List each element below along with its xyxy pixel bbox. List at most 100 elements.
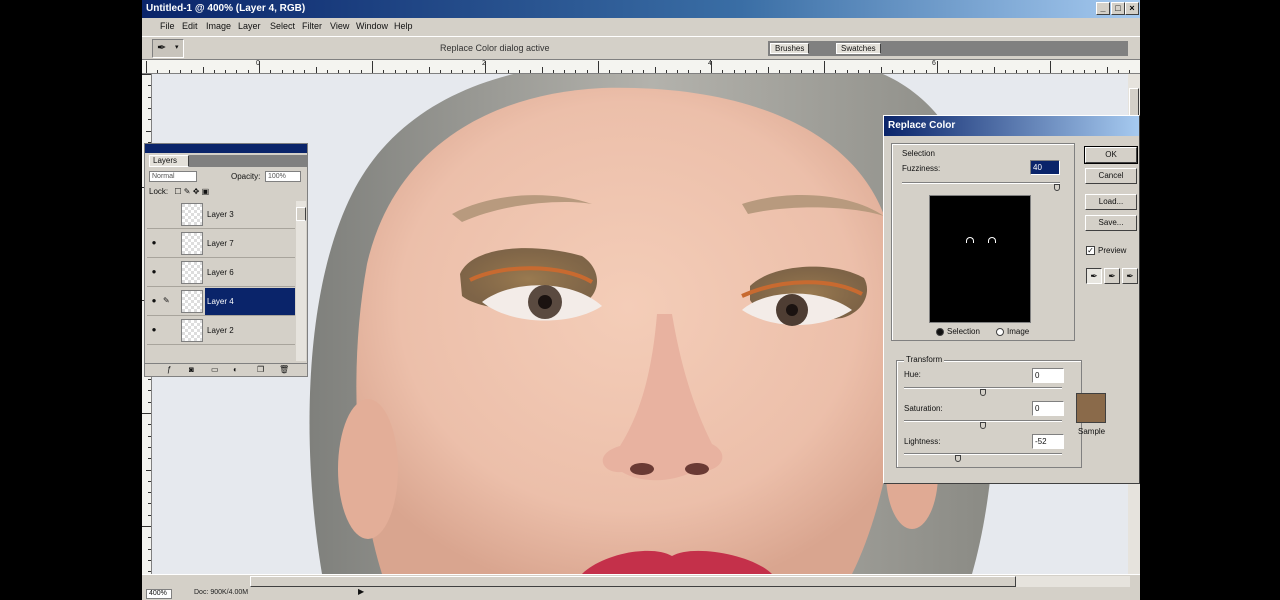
ruler-tick — [1129, 70, 1131, 73]
lock-position-icon[interactable]: ✥ — [193, 187, 200, 196]
ruler-tick — [564, 70, 566, 73]
tab-brushes[interactable]: Brushes — [770, 43, 810, 54]
palette-titlebar[interactable] — [145, 144, 307, 153]
lightness-slider[interactable] — [904, 453, 1062, 455]
ruler-tick — [281, 70, 283, 73]
eye-icon[interactable]: ● — [149, 238, 159, 248]
fuzziness-field[interactable]: 40 — [1030, 160, 1060, 175]
saturation-slider-thumb[interactable] — [980, 422, 986, 429]
ruler-tick — [643, 70, 645, 73]
minimize-button[interactable]: _ — [1096, 2, 1110, 15]
ruler-tick — [1016, 70, 1018, 73]
link-icon[interactable] — [163, 325, 173, 335]
ruler-tick — [496, 70, 498, 73]
adjustment-layer-icon[interactable]: ◐ — [233, 365, 238, 374]
preview-checkbox[interactable]: ✓ — [1086, 246, 1095, 255]
link-icon[interactable]: ✎ — [163, 296, 173, 306]
ruler-tick — [552, 70, 554, 73]
radio-image[interactable] — [996, 328, 1004, 336]
scroll-thumb[interactable] — [250, 576, 1016, 587]
saturation-field[interactable]: 0 — [1032, 401, 1064, 416]
link-icon[interactable] — [163, 267, 173, 277]
ruler-tick — [586, 70, 588, 73]
palette-well: Brushes Swatches — [768, 41, 1128, 56]
blend-mode-select[interactable]: Normal — [149, 171, 197, 182]
eye-icon[interactable]: ● — [149, 267, 159, 277]
hue-slider-thumb[interactable] — [980, 389, 986, 396]
horizontal-scrollbar[interactable] — [250, 576, 1130, 587]
layer-row[interactable]: ● Layer 2 — [147, 317, 295, 345]
lock-pixels-icon[interactable]: ✎ — [184, 187, 191, 196]
layer-row[interactable]: ● Layer 6 — [147, 259, 295, 287]
eye-icon[interactable]: ● — [149, 296, 159, 306]
layer-row[interactable]: Layer 3 — [147, 201, 295, 229]
fuzziness-label: Fuzziness: — [902, 164, 941, 173]
lightness-field[interactable]: -52 — [1032, 434, 1064, 449]
menu-view[interactable]: View — [330, 21, 349, 31]
maximize-button[interactable]: □ — [1111, 2, 1125, 15]
ruler-tick — [654, 67, 656, 73]
hue-field[interactable]: 0 — [1032, 368, 1064, 383]
lock-transparency-icon[interactable]: ☐ — [174, 187, 181, 196]
menu-edit[interactable]: Edit — [182, 21, 198, 31]
ruler-tick — [744, 70, 746, 73]
ruler-tick — [148, 446, 151, 448]
menu-filter[interactable]: Filter — [302, 21, 322, 31]
link-icon[interactable] — [163, 209, 173, 219]
close-button[interactable]: × — [1125, 2, 1139, 15]
eyedropper-icon[interactable]: ✒ — [1086, 268, 1102, 284]
left-pupil — [538, 295, 552, 309]
fuzziness-slider[interactable] — [902, 182, 1060, 184]
chevron-down-icon: ▾ — [175, 44, 179, 51]
link-icon[interactable] — [163, 238, 173, 248]
fuzziness-slider-thumb[interactable] — [1053, 184, 1060, 191]
menu-window[interactable]: Window — [356, 21, 388, 31]
layer-row[interactable]: ● Layer 7 — [147, 230, 295, 258]
menu-image[interactable]: Image — [206, 21, 231, 31]
eyedropper-plus-icon[interactable]: ✒ — [1104, 268, 1120, 284]
status-menu-arrow-icon[interactable]: ▶ — [358, 587, 364, 596]
ruler-tick — [338, 70, 340, 73]
opacity-field[interactable]: 100% — [265, 171, 301, 182]
layer-style-icon[interactable]: ƒ — [167, 365, 171, 374]
trash-icon[interactable]: 🗑 — [279, 365, 289, 374]
ok-button[interactable]: OK — [1084, 146, 1138, 164]
ruler-tick — [801, 70, 803, 73]
eye-icon[interactable]: ● — [149, 325, 159, 335]
ruler-tick — [148, 379, 151, 381]
ruler-tick — [982, 70, 984, 73]
selection-preview[interactable] — [929, 195, 1031, 323]
menu-help[interactable]: Help — [394, 21, 413, 31]
tab-layers[interactable]: Layers — [149, 155, 189, 167]
opacity-label: Opacity: — [231, 172, 261, 181]
layer-name: Layer 4 — [205, 288, 295, 315]
layers-scrollbar[interactable] — [296, 201, 306, 361]
doc-size: Doc: 900K/4.00M — [194, 589, 249, 596]
tool-preset-picker[interactable]: ✒ ▾ — [152, 39, 184, 58]
layer-mask-icon[interactable]: ◙ — [189, 365, 194, 374]
layer-set-icon[interactable]: ▭ — [211, 365, 219, 374]
menu-file[interactable]: File — [160, 21, 175, 31]
menu-layer[interactable]: Layer — [238, 21, 261, 31]
tab-swatches[interactable]: Swatches — [836, 43, 881, 54]
ruler-tick — [575, 70, 577, 73]
radio-selection[interactable] — [936, 328, 944, 336]
save-button[interactable]: Save... — [1085, 215, 1137, 231]
ruler-tick — [1072, 70, 1074, 73]
menu-select[interactable]: Select — [270, 21, 295, 31]
dialog-title[interactable]: Replace Color — [884, 116, 1139, 136]
lightness-slider-thumb[interactable] — [954, 455, 961, 462]
load-button[interactable]: Load... — [1085, 194, 1137, 210]
sample-swatch[interactable] — [1076, 393, 1106, 423]
cancel-button[interactable]: Cancel — [1085, 168, 1137, 184]
ruler-tick — [880, 67, 882, 73]
layer-row[interactable]: ● ✎ Layer 4 — [147, 288, 295, 316]
new-layer-icon[interactable]: ❐ — [257, 365, 264, 374]
ruler-tick — [914, 70, 916, 73]
eyedropper-minus-icon[interactable]: ✒ — [1122, 268, 1138, 284]
ruler-tick — [148, 492, 151, 494]
lock-all-icon[interactable]: ▣ — [202, 187, 210, 196]
eye-icon[interactable] — [149, 209, 159, 219]
scroll-thumb[interactable] — [296, 207, 306, 221]
zoom-field[interactable]: 400% — [146, 589, 172, 599]
